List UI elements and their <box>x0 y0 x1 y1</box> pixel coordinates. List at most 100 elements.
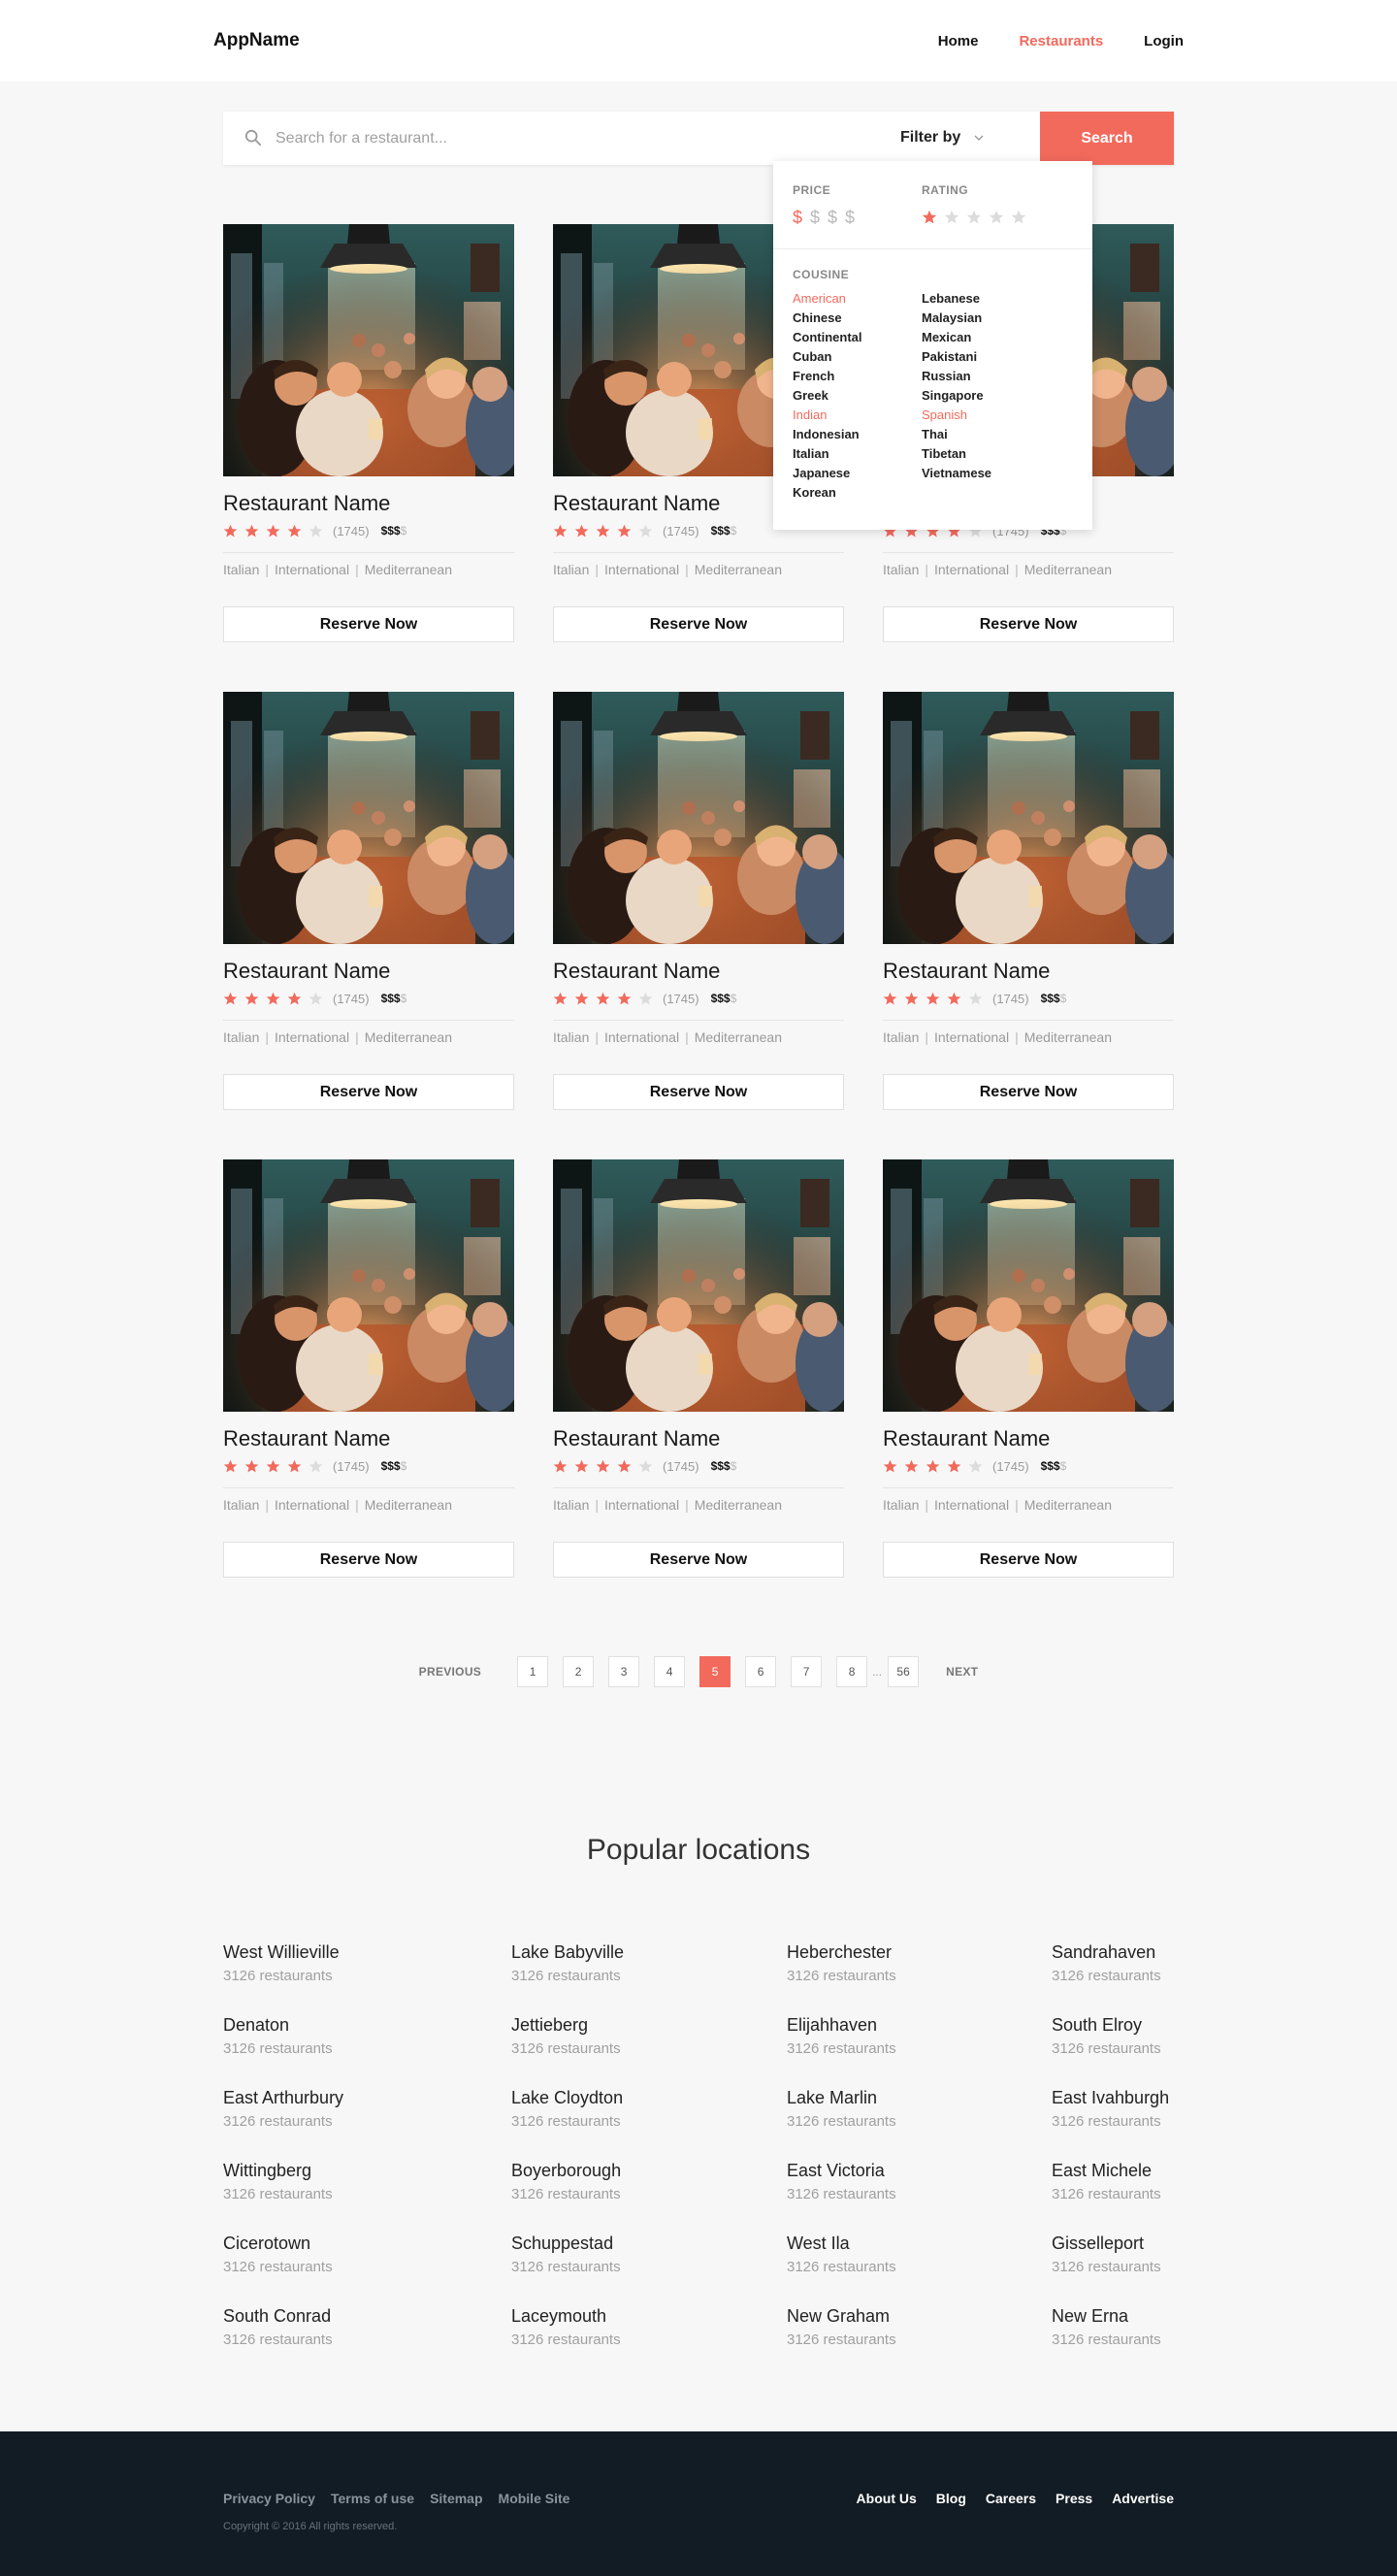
location-item[interactable]: Wittingberg 3126 restaurants <box>223 2160 333 2203</box>
page-2[interactable]: 2 <box>563 1656 595 1687</box>
nav-login[interactable]: Login <box>1144 33 1184 49</box>
page-8[interactable]: 8 <box>836 1656 868 1687</box>
restaurant-image[interactable] <box>883 692 1174 944</box>
cuisine-option-chinese[interactable]: Chinese <box>793 311 862 325</box>
restaurant-image[interactable] <box>223 224 514 476</box>
cuisine-option-japanese[interactable]: Japanese <box>793 467 862 480</box>
cuisine-option-vietnamese[interactable]: Vietnamese <box>922 467 991 480</box>
location-item[interactable]: Laceymouth 3126 restaurants <box>511 2305 621 2349</box>
star-icon[interactable] <box>966 210 982 225</box>
restaurant-image[interactable] <box>223 692 514 944</box>
cuisine-option-indian[interactable]: Indian <box>793 408 862 422</box>
location-item[interactable]: West Willieville 3126 restaurants <box>223 1941 340 1985</box>
restaurant-image[interactable] <box>883 1159 1174 1412</box>
star-icon[interactable] <box>944 210 959 225</box>
reserve-now-button[interactable]: Reserve Now <box>223 1542 514 1578</box>
cuisine-option-continental[interactable]: Continental <box>793 331 862 344</box>
star-icon[interactable] <box>922 210 937 225</box>
cuisine-option-greek[interactable]: Greek <box>793 389 862 403</box>
star-icon[interactable] <box>1011 210 1026 225</box>
page-4[interactable]: 4 <box>654 1656 686 1687</box>
location-item[interactable]: Lake Marlin 3126 restaurants <box>787 2087 896 2131</box>
location-item[interactable]: Sandrahaven 3126 restaurants <box>1052 1941 1161 1985</box>
restaurant-name[interactable]: Restaurant Name <box>223 959 514 984</box>
footer-link-blog[interactable]: Blog <box>936 2491 966 2506</box>
reserve-now-button[interactable]: Reserve Now <box>553 606 844 642</box>
page-7[interactable]: 7 <box>791 1656 823 1687</box>
page-6[interactable]: 6 <box>745 1656 777 1687</box>
footer-link-advertise[interactable]: Advertise <box>1112 2491 1174 2506</box>
cuisine-option-russian[interactable]: Russian <box>922 370 991 383</box>
cuisine-option-italian[interactable]: Italian <box>793 447 862 461</box>
price-option-4[interactable]: $ <box>845 208 855 228</box>
restaurant-name[interactable]: Restaurant Name <box>223 1426 514 1451</box>
pagination-next[interactable]: NEXT <box>946 1665 978 1679</box>
page-56[interactable]: 56 <box>888 1656 920 1687</box>
location-item[interactable]: Denaton 3126 restaurants <box>223 2014 333 2058</box>
location-item[interactable]: Lake Babyville 3126 restaurants <box>511 1941 624 1985</box>
price-option-3[interactable]: $ <box>828 208 837 228</box>
cuisine-option-lebanese[interactable]: Lebanese <box>922 292 991 306</box>
reserve-now-button[interactable]: Reserve Now <box>883 606 1174 642</box>
location-item[interactable]: Cicerotown 3126 restaurants <box>223 2233 333 2276</box>
restaurant-name[interactable]: Restaurant Name <box>223 491 514 516</box>
restaurant-name[interactable]: Restaurant Name <box>553 959 844 984</box>
search-input[interactable] <box>276 112 819 165</box>
app-logo[interactable]: AppName <box>213 30 300 51</box>
restaurant-image[interactable] <box>553 1159 844 1412</box>
reserve-now-button[interactable]: Reserve Now <box>553 1542 844 1578</box>
cuisine-option-american[interactable]: American <box>793 292 862 306</box>
filter-by-toggle[interactable]: Filter by <box>900 129 984 147</box>
nav-home[interactable]: Home <box>938 33 979 49</box>
location-item[interactable]: Lake Cloydton 3126 restaurants <box>511 2087 623 2131</box>
price-option-1[interactable]: $ <box>793 208 802 228</box>
cuisine-option-malaysian[interactable]: Malaysian <box>922 311 991 325</box>
reserve-now-button[interactable]: Reserve Now <box>883 1074 1174 1110</box>
location-item[interactable]: New Erna 3126 restaurants <box>1052 2305 1161 2349</box>
reserve-now-button[interactable]: Reserve Now <box>223 606 514 642</box>
location-item[interactable]: East Michele 3126 restaurants <box>1052 2160 1161 2203</box>
pagination-previous[interactable]: PREVIOUS <box>419 1665 481 1679</box>
cuisine-option-spanish[interactable]: Spanish <box>922 408 991 422</box>
footer-link-about-us[interactable]: About Us <box>857 2491 917 2506</box>
location-item[interactable]: New Graham 3126 restaurants <box>787 2305 896 2349</box>
location-item[interactable]: East Arthurbury 3126 restaurants <box>223 2087 343 2131</box>
restaurant-name[interactable]: Restaurant Name <box>883 1426 1174 1451</box>
location-item[interactable]: Schuppestad 3126 restaurants <box>511 2233 621 2276</box>
location-item[interactable]: Heberchester 3126 restaurants <box>787 1941 896 1985</box>
nav-restaurants[interactable]: Restaurants <box>1019 33 1103 49</box>
reserve-now-button[interactable]: Reserve Now <box>223 1074 514 1110</box>
cuisine-option-singapore[interactable]: Singapore <box>922 389 991 403</box>
location-item[interactable]: West Ila 3126 restaurants <box>787 2233 896 2276</box>
search-button[interactable]: Search <box>1040 112 1174 165</box>
footer-link-sitemap[interactable]: Sitemap <box>430 2491 482 2506</box>
cuisine-option-indonesian[interactable]: Indonesian <box>793 428 862 441</box>
location-item[interactable]: Boyerborough 3126 restaurants <box>511 2160 621 2203</box>
cuisine-option-korean[interactable]: Korean <box>793 486 862 500</box>
cuisine-option-thai[interactable]: Thai <box>922 428 991 441</box>
footer-link-press[interactable]: Press <box>1056 2491 1092 2506</box>
page-3[interactable]: 3 <box>608 1656 640 1687</box>
location-item[interactable]: South Conrad 3126 restaurants <box>223 2305 333 2349</box>
page-5[interactable]: 5 <box>699 1656 731 1687</box>
location-item[interactable]: East Victoria 3126 restaurants <box>787 2160 896 2203</box>
footer-link-careers[interactable]: Careers <box>986 2491 1036 2506</box>
location-item[interactable]: Elijahhaven 3126 restaurants <box>787 2014 896 2058</box>
cuisine-option-tibetan[interactable]: Tibetan <box>922 447 991 461</box>
footer-link-privacy-policy[interactable]: Privacy Policy <box>223 2491 315 2506</box>
restaurant-name[interactable]: Restaurant Name <box>883 959 1174 984</box>
cuisine-option-mexican[interactable]: Mexican <box>922 331 991 344</box>
location-item[interactable]: South Elroy 3126 restaurants <box>1052 2014 1161 2058</box>
page-1[interactable]: 1 <box>517 1656 549 1687</box>
cuisine-option-pakistani[interactable]: Pakistani <box>922 350 991 364</box>
price-option-2[interactable]: $ <box>810 208 820 228</box>
location-item[interactable]: Gisselleport 3126 restaurants <box>1052 2233 1161 2276</box>
reserve-now-button[interactable]: Reserve Now <box>883 1542 1174 1578</box>
reserve-now-button[interactable]: Reserve Now <box>553 1074 844 1110</box>
restaurant-name[interactable]: Restaurant Name <box>553 1426 844 1451</box>
cuisine-option-cuban[interactable]: Cuban <box>793 350 862 364</box>
location-item[interactable]: Jettieberg 3126 restaurants <box>511 2014 621 2058</box>
footer-link-mobile-site[interactable]: Mobile Site <box>499 2491 570 2506</box>
star-icon[interactable] <box>989 210 1004 225</box>
cuisine-option-french[interactable]: French <box>793 370 862 383</box>
